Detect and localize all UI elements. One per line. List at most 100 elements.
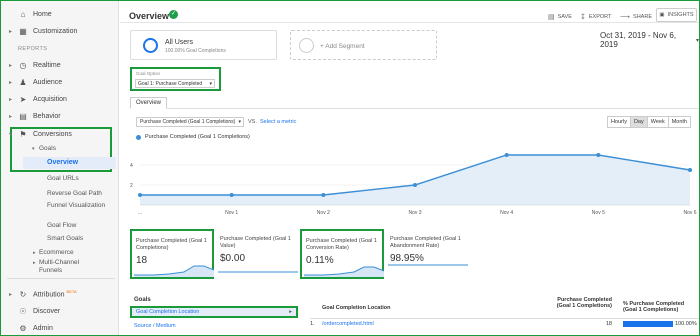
nav-attribution[interactable]: ▸ ↻ Attribution BETA [1, 286, 119, 302]
acquisition-icon: ➤ [19, 94, 27, 104]
insights-icon: ▣ [659, 12, 665, 18]
row-percent-bar [623, 321, 673, 327]
x-tick-label: Nov 1 [225, 210, 238, 216]
data-point [229, 193, 234, 197]
save-icon: ▤ [548, 14, 555, 21]
scorecards: Purchase Completed (Goal 1 Completions) … [130, 229, 699, 279]
nav-discover[interactable]: ☉ Discover [1, 303, 119, 319]
dropdown-caret-icon: ▾ [238, 119, 241, 125]
nav-behavior[interactable]: ▸ ▤ Behavior [1, 108, 119, 124]
granularity-month[interactable]: Month [669, 117, 690, 127]
insights-button[interactable]: ▣ INSIGHTS [656, 8, 697, 22]
data-point [321, 193, 326, 197]
home-icon: ⌂ [20, 9, 26, 19]
source-medium-link[interactable]: Source / Medium [134, 323, 176, 329]
nav-conversions[interactable]: ▾ ⚑ Conversions [1, 126, 119, 142]
metric-select[interactable]: Purchase Completed (Goal 1 Completions) … [136, 117, 244, 127]
save-button[interactable]: ▤ SAVE [548, 13, 572, 21]
table-divider [310, 318, 699, 319]
x-tick-label: ... [138, 210, 142, 216]
dropdown-caret-icon: ▾ [209, 81, 212, 87]
chevron-right-icon: ▸ [33, 250, 36, 256]
row-location-link[interactable]: /ordercompleted.html [322, 321, 374, 327]
clock-icon: ◷ [19, 60, 27, 70]
chart-legend: Purchase Completed (Goal 1 Completions) [136, 134, 250, 140]
beta-badge: BETA [66, 289, 77, 295]
x-tick-label: Nov 4 [500, 210, 513, 216]
tab-bar: Overview [130, 97, 699, 109]
sidebar: ⌂ Home ▸ ▦ Customization REPORTS ▸ ◷ Rea… [1, 1, 119, 335]
segment-circle-icon [143, 38, 158, 53]
scorecard-value[interactable]: Purchase Completed (Goal 1 Value) $0.00 [216, 229, 300, 279]
lightbulb-icon: ☉ [19, 306, 27, 316]
data-point [688, 168, 692, 172]
add-segment-button[interactable]: + Add Segment [290, 30, 437, 60]
chevron-right-icon: ▸ [9, 79, 13, 86]
nav-home[interactable]: ⌂ Home [1, 6, 119, 22]
empty-segment-circle-icon [299, 38, 314, 53]
col-header-completions: Purchase Completed (Goal 1 Completions) [556, 297, 612, 309]
x-tick-label: Nov 5 [592, 210, 605, 216]
gear-icon: ⚙ [19, 323, 27, 333]
y-tick-label: 2 [130, 183, 133, 189]
verified-check-icon: ✓ [169, 10, 178, 19]
series-area [140, 155, 690, 205]
sparkline [304, 266, 384, 277]
tab-overview[interactable]: Overview [130, 97, 168, 109]
dashboard-grid-icon: ▦ [19, 26, 27, 36]
goals-table: Goal Completion Location Purchase Comple… [310, 295, 699, 335]
attribution-icon: ↻ [19, 289, 27, 299]
y-tick-label: 4 [130, 163, 133, 169]
nav-customization[interactable]: ▸ ▦ Customization [1, 23, 119, 39]
x-tick-label: Nov 6 [683, 210, 696, 216]
goal-option: Goal Option Goal 1: Purchase Completed ▾ [130, 67, 221, 91]
col-header-percent: % Purchase Completed (Goal 1 Completions… [623, 301, 685, 313]
row-number: 1. [310, 321, 315, 327]
granularity-hourly[interactable]: Hourly [608, 117, 631, 127]
sparkline [134, 265, 214, 277]
chevron-down-icon: ▾ [32, 146, 35, 152]
main-content: Overview ✓ ▤ SAVE ↧ EXPORT ⟶ SHARE ▣ INSIGHT… [120, 1, 699, 335]
chevron-down-icon: ▾ [695, 37, 699, 44]
export-button[interactable]: ↧ EXPORT [580, 13, 611, 21]
goal-option-select[interactable]: Goal 1: Purchase Completed ▾ [135, 79, 215, 88]
data-point [504, 153, 509, 157]
chevron-right-icon: ▸ [33, 260, 36, 266]
chart-controls: Purchase Completed (Goal 1 Completions) … [136, 115, 699, 129]
chevron-right-icon: ▸ [9, 96, 13, 103]
nav-audience[interactable]: ▸ ♟ Audience [1, 74, 119, 90]
attribution-label: Attribution [33, 291, 65, 299]
goal-completions-chart: 2 4... Nov 1 Nov 2 Nov 3 Nov 4 Nov 5 Nov 6 [130, 153, 697, 216]
scorecard-completions[interactable]: Purchase Completed (Goal 1 Completions) … [130, 229, 214, 279]
person-icon: ♟ [19, 77, 27, 87]
flag-icon: ⚑ [19, 129, 27, 139]
export-icon: ↧ [580, 14, 586, 21]
granularity-week[interactable]: Week [648, 117, 669, 127]
nav-realtime[interactable]: ▸ ◷ Realtime [1, 57, 119, 73]
chevron-right-icon: ▸ [9, 113, 13, 120]
granularity-day[interactable]: Day [630, 117, 648, 127]
nav-goals-overview[interactable]: Overview [23, 157, 116, 169]
data-point [413, 183, 417, 187]
x-tick-label: Nov 3 [408, 210, 421, 216]
col-header-location: Goal Completion Location [322, 305, 391, 311]
granularity-toggle: Hourly Day Week Month [607, 116, 691, 128]
share-icon: ⟶ [620, 14, 631, 21]
nav-acquisition[interactable]: ▸ ➤ Acquisition [1, 91, 119, 107]
vs-label: VS. [248, 119, 257, 125]
share-button[interactable]: ⟶ SHARE [620, 13, 652, 21]
scorecard-abandonment-rate[interactable]: Purchase Completed (Goal 1 Abandonment R… [386, 229, 470, 279]
goal-completion-location-option[interactable]: Goal Completion Location ▸ [130, 306, 298, 318]
nav-admin[interactable]: ⚙ Admin [1, 320, 119, 336]
goals-dimension-panel: Goals Goal Completion Location ▸ Source … [130, 295, 300, 335]
chevron-right-icon: ▸ [9, 291, 13, 298]
page-title: Overview [129, 11, 170, 21]
select-metric-link[interactable]: Select a metric [260, 119, 296, 125]
sparkline [218, 271, 298, 273]
x-tick-label: Nov 2 [317, 210, 330, 216]
date-range-picker[interactable]: Oct 31, 2019 - Nov 6, 2019 ▾ [600, 31, 699, 49]
reports-header: REPORTS [18, 46, 48, 52]
legend-dot [136, 134, 141, 140]
scorecard-conversion-rate[interactable]: Purchase Completed (Goal 1 Conversion Ra… [300, 229, 384, 279]
segment-all-users[interactable]: All Users 100.00% Goal Completions [130, 30, 277, 60]
